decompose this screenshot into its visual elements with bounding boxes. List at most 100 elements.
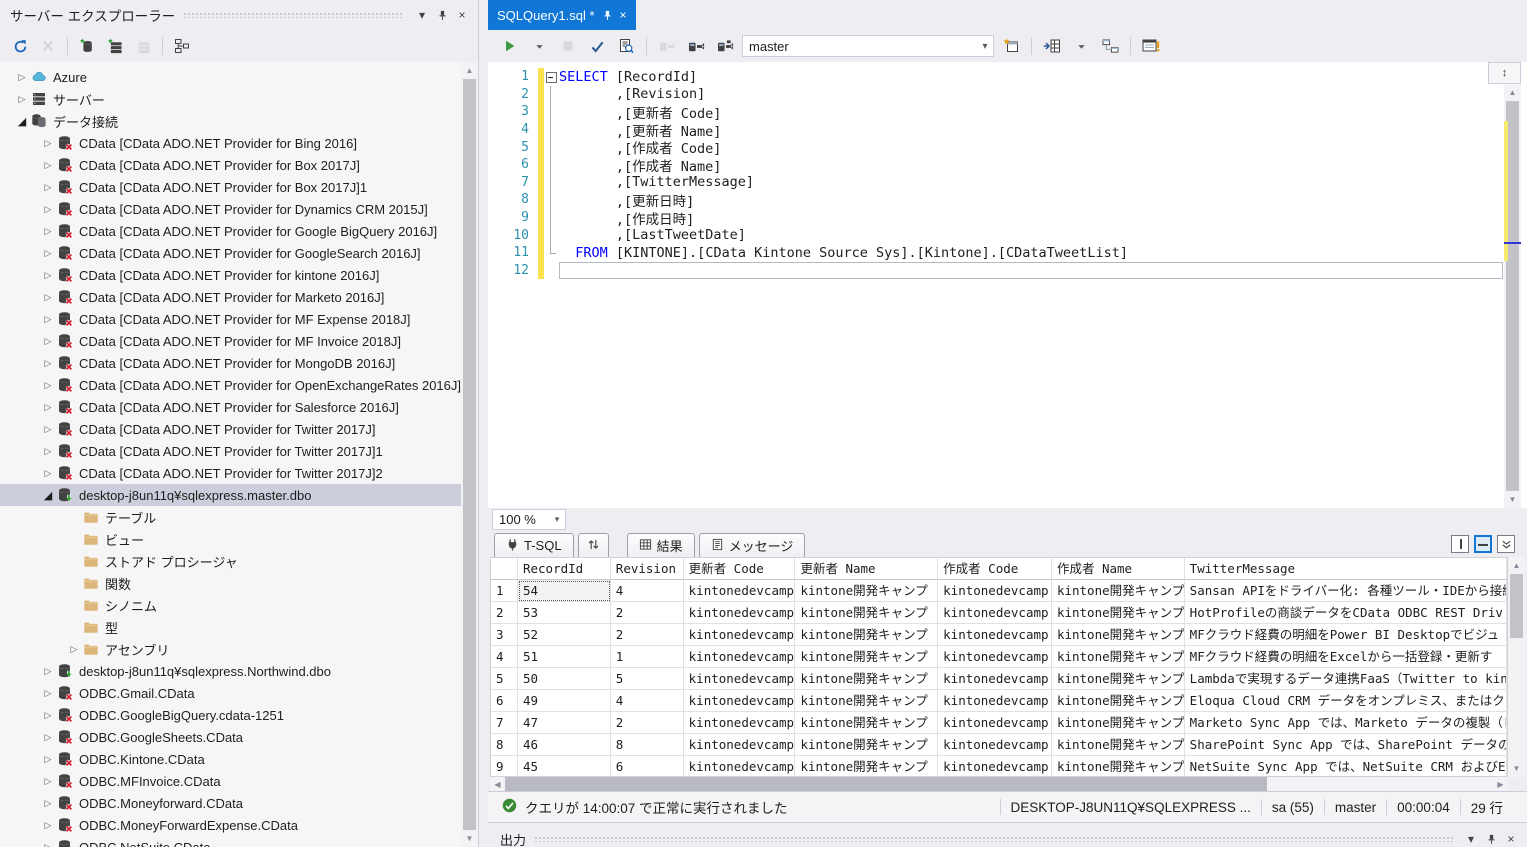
view-designer-button[interactable] [170,34,194,58]
grid-cell[interactable]: kintone開発キャンプ [1052,624,1185,646]
display-estimated-plan-button[interactable] [614,34,638,58]
connect-to-database-button[interactable] [75,34,99,58]
grid-cell[interactable]: Marketo Sync App では、Marketo データの複製（レ [1185,712,1507,734]
tree-item[interactable]: 関数 [0,572,461,594]
scroll-down-icon[interactable]: ▼ [461,830,478,847]
expand-arrow-icon[interactable]: ▷ [40,732,56,743]
grid-cell[interactable]: 5 [611,668,684,690]
tree-item[interactable]: ストアド プロシージャ [0,550,461,572]
grid-cell[interactable]: kintonedevcamp [684,690,796,712]
column-header[interactable]: 更新者 Code [684,558,796,580]
column-header[interactable]: Revision [611,558,684,580]
fold-collapse-icon[interactable] [544,68,559,86]
expand-arrow-icon[interactable]: ▷ [40,446,56,457]
tab-messages[interactable]: メッセージ [699,533,806,557]
collapse-pane-button[interactable] [1497,535,1515,553]
tree-item[interactable]: ▷ODBC.GoogleBigQuery.cdata-1251 [0,704,461,726]
grid-cell[interactable]: HotProfileの商談データをCData ODBC REST Driv [1185,602,1507,624]
tree-item[interactable]: ▷ODBC.MoneyForwardExpense.CData [0,814,461,836]
grid-cell[interactable]: kintone開発キャンプ [1052,756,1185,778]
expand-arrow-icon[interactable]: ▷ [40,270,56,281]
split-vertical-button[interactable] [1451,535,1469,553]
column-header[interactable]: 作成者 Name [1052,558,1185,580]
tab-results[interactable]: 結果 [627,533,695,557]
tree-item[interactable]: ▷ODBC.MFInvoice.CData [0,770,461,792]
sql-editor[interactable]: 1SELECT [RecordId]2 ,[Revision]3 ,[更新者 C… [488,62,1527,508]
editor-zoom-select[interactable]: 100 % ▾ [492,509,566,530]
grid-cell[interactable]: kintone開発キャンプ [795,668,938,690]
execute-dropdown-button[interactable] [527,34,551,58]
tree-item[interactable]: ▷ODBC.Kintone.CData [0,748,461,770]
tab-tsql[interactable]: T-SQL [494,533,574,557]
window-position-chevron-icon[interactable]: ▾ [1461,829,1481,847]
expand-arrow-icon[interactable]: ▷ [40,204,56,215]
scroll-down-icon[interactable]: ▼ [1508,760,1525,777]
grid-cell[interactable]: kintone開発キャンプ [1052,712,1185,734]
expand-arrow-icon[interactable]: ▷ [40,248,56,259]
execute-button[interactable] [498,34,522,58]
expand-arrow-icon[interactable]: ▷ [40,138,56,149]
grid-cell[interactable]: kintone開発キャンプ [795,734,938,756]
grid-cell[interactable]: kintonedevcamp [938,624,1052,646]
grid-cell[interactable]: MFクラウド経費の明細をPower BI Desktopでビジュ [1185,624,1507,646]
expand-arrow-icon[interactable]: ▷ [66,644,82,655]
pin-icon[interactable] [1481,829,1501,847]
scroll-up-icon[interactable]: ▲ [461,62,478,79]
expand-arrow-icon[interactable]: ▷ [40,292,56,303]
tree-item[interactable]: ▷CData [CData ADO.NET Provider for Marke… [0,286,461,308]
tree-item[interactable]: ▷CData [CData ADO.NET Provider for kinto… [0,264,461,286]
close-icon[interactable]: × [620,8,627,22]
scroll-left-icon[interactable]: ◀ [490,777,505,791]
scroll-right-icon[interactable]: ▶ [1493,777,1508,791]
tree-item[interactable]: ▷CData [CData ADO.NET Provider for Bing … [0,132,461,154]
grid-cell[interactable]: kintonedevcamp [684,668,796,690]
grid-cell[interactable]: 47 [518,712,611,734]
grid-cell[interactable]: kintone開発キャンプ [795,690,938,712]
expand-arrow-icon[interactable]: ▷ [14,94,30,105]
tree-item[interactable]: ▷CData [CData ADO.NET Provider for MF Ex… [0,308,461,330]
tree-item[interactable]: ▷CData [CData ADO.NET Provider for Box 2… [0,154,461,176]
grid-cell[interactable]: 51 [518,646,611,668]
scrollbar-thumb[interactable] [505,777,1267,791]
connect-button[interactable] [684,34,708,58]
sort-button[interactable] [578,533,609,557]
row-header[interactable]: 6 [491,690,518,712]
tree-item[interactable]: 型 [0,616,461,638]
grid-cell[interactable]: kintone開発キャンプ [795,756,938,778]
split-horizontal-button[interactable] [1474,535,1492,553]
scroll-up-icon[interactable]: ▲ [1508,557,1525,574]
grid-cell[interactable]: kintonedevcamp [938,580,1052,602]
tree-item[interactable]: ▷アセンブリ [0,638,461,660]
expand-arrow-icon[interactable]: ▷ [40,402,56,413]
grid-cell[interactable]: kintonedevcamp [938,602,1052,624]
pin-icon[interactable] [602,10,613,21]
expand-arrow-icon[interactable]: ▷ [40,666,56,677]
grid-cell[interactable]: Sansan APIをドライバー化: 各種ツール・IDEから接続 [1185,580,1507,602]
tree-item[interactable]: ▷CData [CData ADO.NET Provider for Mongo… [0,352,461,374]
tree-item[interactable]: ▷CData [CData ADO.NET Provider for OpenE… [0,374,461,396]
pin-icon[interactable] [432,5,452,25]
column-header[interactable]: 作成者 Code [938,558,1052,580]
close-icon[interactable]: × [1501,829,1521,847]
grid-cell[interactable]: NetSuite Sync App では、NetSuite CRM およびER [1185,756,1507,778]
tree-item[interactable]: ▷CData [CData ADO.NET Provider for Twitt… [0,462,461,484]
grid-cell[interactable]: kintone開発キャンプ [1052,734,1185,756]
tree-item[interactable]: ◢desktop-j8un11q¥sqlexpress.master.dbo [0,484,461,506]
grid-cell[interactable]: 50 [518,668,611,690]
grid-cell[interactable]: kintonedevcamp [684,624,796,646]
grid-hscrollbar[interactable]: ◀ ▶ [490,777,1508,791]
database-combobox[interactable]: master▾ [742,35,994,57]
tree-item[interactable]: ▷ODBC.GoogleSheets.CData [0,726,461,748]
grid-cell[interactable]: kintone開発キャンプ [795,602,938,624]
expand-arrow-icon[interactable]: ▷ [40,358,56,369]
row-header[interactable]: 2 [491,602,518,624]
tree-item[interactable]: ▷サーバー [0,88,461,110]
tree-item[interactable]: ▷ODBC.NetSuite.CData [0,836,461,847]
grid-cell[interactable]: 4 [611,580,684,602]
grid-cell[interactable]: kintonedevcamp [684,734,796,756]
refresh-button[interactable] [8,34,32,58]
grid-cell[interactable]: 2 [611,624,684,646]
query-designer-button[interactable] [1098,34,1122,58]
grid-cell[interactable]: Eloqua Cloud CRM データをオンプレミス、またはクラウ [1185,690,1507,712]
grid-cell[interactable]: 49 [518,690,611,712]
